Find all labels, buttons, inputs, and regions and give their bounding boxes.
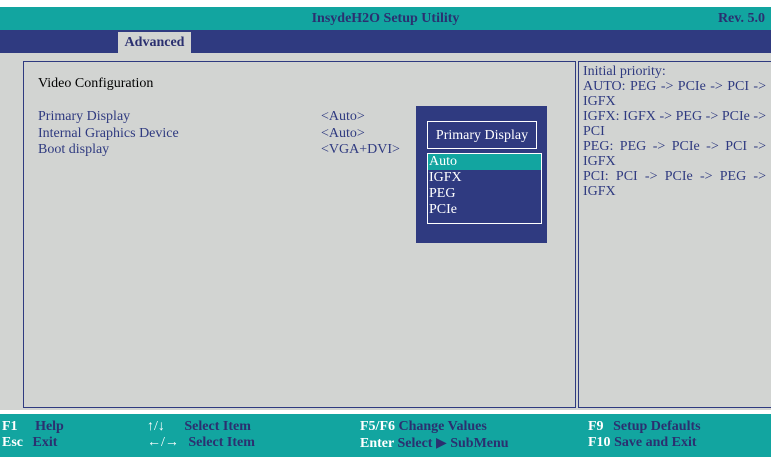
footer-updown: ↑/↓ Select Item [147, 419, 251, 435]
setting-internal-graphics-value[interactable]: <Auto> [321, 126, 365, 142]
f1-desc: Help [35, 419, 64, 434]
footer-f5f6: F5/F6 Change Values [360, 419, 487, 435]
popup-option-list: Auto IGFX PEG PCIe [427, 153, 542, 224]
primary-display-popup: Primary Display Auto IGFX PEG PCIe [416, 106, 547, 243]
help-line: Initial priority: [583, 64, 666, 79]
footer-key-legend: F1 Help Esc Exit ↑/↓ Select Item ←/→ Sel… [0, 414, 771, 457]
enter-key: Enter [360, 436, 394, 451]
popup-title: Primary Display [427, 121, 537, 149]
popup-option-peg[interactable]: PEG [428, 186, 541, 202]
revision-label: Rev. 5.0 [717, 11, 765, 26]
f10-desc: Save and Exit [614, 435, 697, 450]
f10-key: F10 [588, 435, 611, 450]
f5f6-desc: Change Values [398, 419, 487, 434]
help-text: Initial priority: AUTO: PEG -> PCIe -> P… [583, 64, 766, 199]
updown-desc: Select Item [184, 419, 251, 434]
f9-key: F9 [588, 419, 604, 434]
footer-esc: Esc Exit [2, 435, 57, 451]
setting-primary-display-label[interactable]: Primary Display [38, 109, 130, 125]
section-title: Video Configuration [38, 76, 154, 91]
setting-internal-graphics-label[interactable]: Internal Graphics Device [38, 126, 179, 142]
help-line: IGFX: IGFX -> PEG -> PCIe -> PCI [583, 109, 766, 139]
help-pane: Initial priority: AUTO: PEG -> PCIe -> P… [578, 61, 771, 408]
help-line: PCI: PCI -> PCIe -> PEG -> IGFX [583, 169, 766, 199]
leftright-desc: Select Item [188, 435, 255, 450]
footer-f10: F10 Save and Exit [588, 435, 697, 451]
help-line: PEG: PEG -> PCIe -> PCI -> IGFX [583, 139, 766, 169]
footer-leftright: ←/→ Select Item [147, 435, 255, 451]
setting-boot-display-label[interactable]: Boot display [38, 142, 109, 158]
f9-desc: Setup Defaults [613, 419, 701, 434]
enter-desc: Select ▶ SubMenu [397, 436, 509, 451]
leftright-arrows-icon: ←/→ [147, 435, 179, 450]
updown-arrows-icon: ↑/↓ [147, 419, 165, 434]
main-area: Video Configuration Primary Display <Aut… [0, 53, 771, 410]
setting-boot-display-value[interactable]: <VGA+DVI> [321, 142, 400, 158]
footer-f9: F9 Setup Defaults [588, 419, 701, 435]
f1-key: F1 [2, 419, 18, 434]
tab-advanced[interactable]: Advanced [118, 32, 191, 53]
tab-bar: Advanced [0, 30, 771, 53]
f5f6-key: F5/F6 [360, 419, 395, 434]
popup-option-auto[interactable]: Auto [428, 154, 541, 170]
esc-key: Esc [2, 435, 23, 450]
esc-desc: Exit [32, 435, 58, 450]
popup-option-igfx[interactable]: IGFX [428, 170, 541, 186]
setting-primary-display-value[interactable]: <Auto> [321, 109, 365, 125]
footer-f1: F1 Help [2, 419, 64, 435]
title-bar: InsydeH2O Setup Utility Rev. 5.0 [0, 7, 771, 30]
popup-option-pcie[interactable]: PCIe [428, 202, 541, 218]
app-title: InsydeH2O Setup Utility [311, 11, 460, 26]
footer-enter: Enter Select ▶ SubMenu [360, 435, 509, 452]
help-line: AUTO: PEG -> PCIe -> PCI -> IGFX [583, 79, 766, 109]
